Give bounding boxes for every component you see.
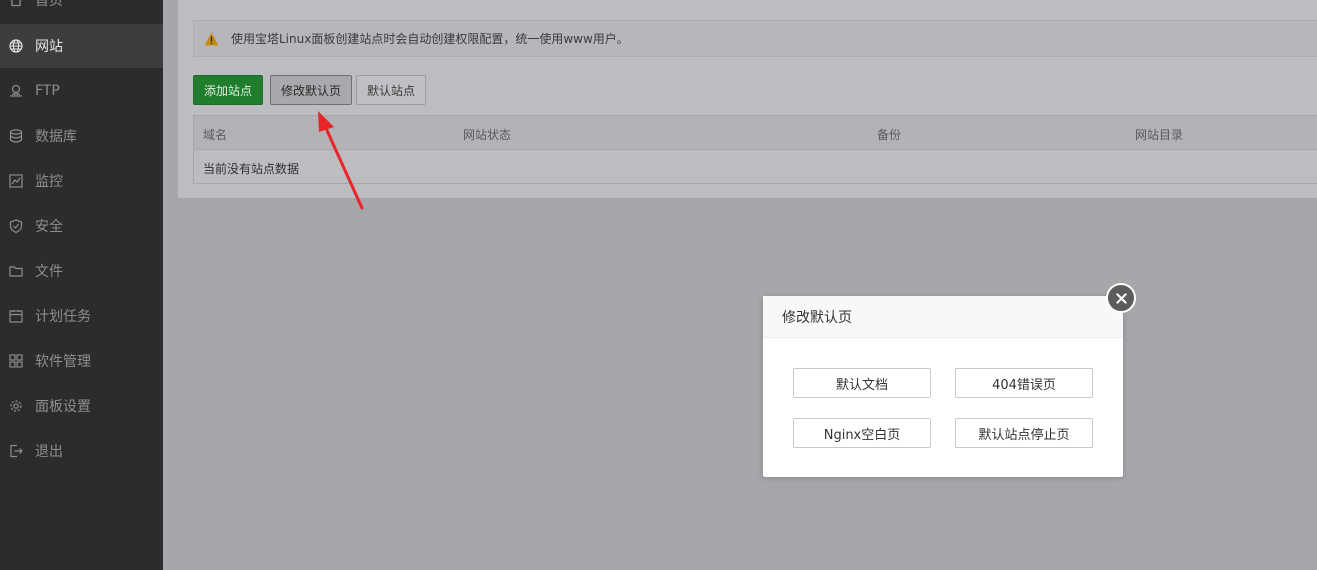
sidebar-item-files[interactable]: 文件 (0, 249, 163, 293)
table-empty-message: 当前没有站点数据 (203, 162, 300, 176)
column-header-directory[interactable]: 网站目录 (1135, 126, 1183, 143)
modify-default-page-dialog: 修改默认页 默认文档 404错误页 Nginx空白页 默认站点停止页 (763, 283, 1136, 477)
dialog-title: 修改默认页 (763, 296, 1123, 338)
column-header-status[interactable]: 网站状态 (463, 126, 511, 143)
sidebar-item-security[interactable]: 安全 (0, 204, 163, 248)
sidebar-item-label: 监控 (35, 174, 63, 190)
notice-text: 使用宝塔Linux面板创建站点时会自动创建权限配置，统一使用www用户。 (231, 32, 629, 46)
error-404-page-button[interactable]: 404错误页 (955, 368, 1093, 398)
add-site-button[interactable]: 添加站点 (193, 75, 263, 105)
sidebar-item-software[interactable]: 软件管理 (0, 339, 163, 383)
nginx-blank-page-button[interactable]: Nginx空白页 (793, 418, 931, 448)
sidebar-item-label: 退出 (35, 444, 63, 460)
gear-icon (9, 399, 23, 413)
default-site-stopped-page-button[interactable]: 默认站点停止页 (955, 418, 1093, 448)
sidebar-item-ftp[interactable]: FTP (0, 69, 163, 113)
default-site-button[interactable]: 默认站点 (356, 75, 426, 105)
monitor-icon (9, 174, 23, 188)
sidebar-item-monitor[interactable]: 监控 (0, 159, 163, 203)
column-header-backup[interactable]: 备份 (877, 126, 901, 143)
sidebar: 首页 网站 FTP 数据库 监控 安全 文件 计划任务 软件管理 面板设置 退出 (0, 0, 163, 570)
modify-default-page-button[interactable]: 修改默认页 (270, 75, 352, 105)
sidebar-item-label: 首页 (35, 0, 63, 9)
permission-notice: 使用宝塔Linux面板创建站点时会自动创建权限配置，统一使用www用户。 (193, 20, 1317, 57)
sidebar-item-website[interactable]: 网站 (0, 24, 163, 68)
globe-icon (9, 39, 23, 53)
sidebar-item-label: 软件管理 (35, 354, 91, 370)
database-icon (9, 129, 23, 143)
sidebar-item-label: 文件 (35, 264, 63, 280)
logout-icon (9, 444, 23, 458)
sidebar-item-home[interactable]: 首页 (0, 0, 163, 22)
folder-icon (9, 264, 23, 278)
sidebar-item-label: 数据库 (35, 129, 77, 145)
sidebar-item-database[interactable]: 数据库 (0, 114, 163, 158)
column-header-domain[interactable]: 域名 (203, 126, 227, 143)
warning-icon (204, 32, 219, 46)
sidebar-item-label: FTP (35, 83, 60, 99)
sidebar-item-cron[interactable]: 计划任务 (0, 294, 163, 338)
close-icon[interactable] (1106, 283, 1136, 313)
ftp-icon (9, 84, 23, 98)
annotation-arrow-icon (318, 111, 364, 210)
sidebar-item-label: 计划任务 (35, 309, 91, 325)
sidebar-item-label: 面板设置 (35, 399, 91, 415)
apps-icon (9, 354, 23, 368)
default-document-button[interactable]: 默认文档 (793, 368, 931, 398)
sidebar-item-logout[interactable]: 退出 (0, 429, 163, 473)
sidebar-item-label: 网站 (35, 39, 63, 55)
shield-icon (9, 219, 23, 233)
sidebar-item-label: 安全 (35, 219, 63, 235)
sidebar-item-settings[interactable]: 面板设置 (0, 384, 163, 428)
home-icon (9, 0, 23, 7)
calendar-icon (9, 309, 23, 323)
